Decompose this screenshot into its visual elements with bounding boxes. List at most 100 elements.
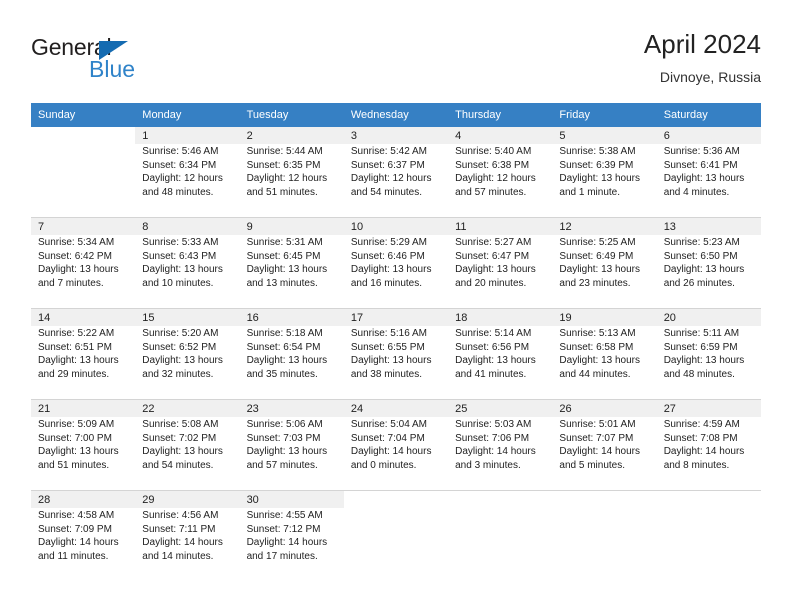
daylight-text-line1: Daylight: 13 hours bbox=[663, 264, 745, 275]
day-sun-info: Sunrise: 5:36 AM Sunset: 6:41 PM Daylight:… bbox=[657, 144, 761, 199]
daylight-text-line2: and 14 minutes. bbox=[142, 550, 214, 562]
calendar-header-row: Sunday Monday Tuesday Wednesday Thursday… bbox=[31, 103, 761, 127]
day-cell-inner: 12 Sunrise: 5:25 AM Sunset: 6:49 PM Dayligh… bbox=[552, 218, 657, 308]
day-number: 11 bbox=[448, 218, 553, 235]
calendar-day-cell[interactable]: 27 Sunrise: 4:59 AM Sunset: 7:08 PM Dayligh… bbox=[656, 399, 761, 491]
daylight-text-line2: and 54 minutes. bbox=[142, 459, 214, 471]
calendar-day-cell[interactable]: 14 Sunrise: 5:22 AM Sunset: 6:51 PM Dayligh… bbox=[31, 308, 136, 400]
weekday-header-monday: Monday bbox=[135, 103, 240, 127]
day-sun-info: Sunrise: 5:01 AM Sunset: 7:07 PM Daylight:… bbox=[552, 417, 656, 472]
daylight-text-line1: Daylight: 14 hours bbox=[350, 446, 432, 457]
daylight-text-line1: Daylight: 13 hours bbox=[559, 355, 641, 366]
day-cell-inner bbox=[31, 127, 135, 217]
day-cell-inner: 8 Sunrise: 5:33 AM Sunset: 6:43 PM Daylight… bbox=[135, 218, 240, 308]
daylight-text-line1: Daylight: 13 hours bbox=[455, 355, 536, 366]
calendar-day-cell[interactable]: 5 Sunrise: 5:38 AM Sunset: 6:39 PM Daylight… bbox=[552, 127, 657, 218]
daylight-text-line2: and 23 minutes. bbox=[559, 277, 631, 289]
sunrise-text: Sunrise: 5:42 AM bbox=[350, 146, 427, 157]
calendar-day-cell[interactable]: 7 Sunrise: 5:34 AM Sunset: 6:42 PM Daylight… bbox=[31, 217, 136, 309]
daylight-text-line2: and 11 minutes. bbox=[38, 550, 109, 562]
sunrise-text: Sunrise: 4:55 AM bbox=[246, 510, 323, 521]
daylight-text-line2: and 51 minutes. bbox=[38, 459, 110, 471]
day-sun-info: Sunrise: 5:33 AM Sunset: 6:43 PM Daylight:… bbox=[135, 235, 239, 290]
day-sun-info: Sunrise: 5:23 AM Sunset: 6:50 PM Daylight:… bbox=[657, 235, 761, 290]
day-sun-info: Sunrise: 4:58 AM Sunset: 7:09 PM Daylight:… bbox=[31, 508, 135, 563]
calendar-day-cell[interactable]: 25 Sunrise: 5:03 AM Sunset: 7:06 PM Dayligh… bbox=[448, 399, 553, 491]
calendar-day-cell[interactable]: 30 Sunrise: 4:55 AM Sunset: 7:12 PM Dayligh… bbox=[239, 490, 344, 581]
sunrise-text: Sunrise: 5:25 AM bbox=[559, 237, 636, 248]
calendar-day-cell[interactable]: 2 Sunrise: 5:44 AM Sunset: 6:35 PM Daylight… bbox=[239, 127, 344, 218]
sunset-text: Sunset: 7:04 PM bbox=[350, 432, 425, 444]
calendar-day-cell[interactable]: 17 Sunrise: 5:16 AM Sunset: 6:55 PM Dayligh… bbox=[343, 308, 449, 400]
empty-day-placeholder bbox=[31, 127, 135, 217]
day-sun-info: Sunrise: 4:56 AM Sunset: 7:11 PM Daylight:… bbox=[135, 508, 239, 563]
day-number: 27 bbox=[656, 400, 761, 417]
daylight-text-line1: Daylight: 14 hours bbox=[559, 446, 641, 457]
calendar-day-cell[interactable]: 4 Sunrise: 5:40 AM Sunset: 6:38 PM Daylight… bbox=[448, 127, 553, 218]
sunrise-text: Sunrise: 4:56 AM bbox=[142, 510, 219, 521]
calendar-empty-cell bbox=[552, 490, 657, 581]
page-title: April 2024 bbox=[643, 29, 761, 59]
calendar-week-row: 21 Sunrise: 5:09 AM Sunset: 7:00 PM Dayligh… bbox=[31, 399, 761, 491]
sunset-text: Sunset: 7:07 PM bbox=[559, 432, 634, 444]
sunset-text: Sunset: 6:41 PM bbox=[663, 159, 738, 171]
sunrise-text: Sunrise: 5:40 AM bbox=[455, 146, 532, 157]
calendar-day-cell[interactable]: 28 Sunrise: 4:58 AM Sunset: 7:09 PM Dayligh… bbox=[31, 490, 136, 581]
day-number: 10 bbox=[343, 218, 449, 235]
calendar-day-cell[interactable]: 15 Sunrise: 5:20 AM Sunset: 6:52 PM Dayligh… bbox=[135, 308, 240, 400]
calendar-day-cell[interactable]: 20 Sunrise: 5:11 AM Sunset: 6:59 PM Dayligh… bbox=[656, 308, 761, 400]
daylight-text-line2: and 0 minutes. bbox=[350, 459, 417, 471]
calendar-day-cell[interactable]: 9 Sunrise: 5:31 AM Sunset: 6:45 PM Daylight… bbox=[239, 217, 344, 309]
calendar-empty-cell bbox=[343, 490, 449, 581]
calendar-day-cell[interactable]: 8 Sunrise: 5:33 AM Sunset: 6:43 PM Daylight… bbox=[135, 217, 240, 309]
sunset-text: Sunset: 6:43 PM bbox=[142, 250, 217, 262]
day-sun-info: Sunrise: 5:04 AM Sunset: 7:04 PM Daylight:… bbox=[344, 417, 448, 472]
day-cell-inner: 3 Sunrise: 5:42 AM Sunset: 6:37 PM Daylight… bbox=[343, 127, 449, 217]
day-cell-inner: 1 Sunrise: 5:46 AM Sunset: 6:34 PM Daylight… bbox=[135, 127, 240, 217]
daylight-text-line1: Daylight: 13 hours bbox=[142, 355, 223, 366]
sunrise-text: Sunrise: 5:14 AM bbox=[455, 328, 532, 339]
calendar-day-cell[interactable]: 11 Sunrise: 5:27 AM Sunset: 6:47 PM Dayligh… bbox=[448, 217, 553, 309]
sunrise-text: Sunrise: 5:18 AM bbox=[246, 328, 323, 339]
calendar-day-cell[interactable]: 13 Sunrise: 5:23 AM Sunset: 6:50 PM Dayligh… bbox=[656, 217, 761, 309]
sunset-text: Sunset: 7:02 PM bbox=[142, 432, 217, 444]
calendar-day-cell[interactable]: 12 Sunrise: 5:25 AM Sunset: 6:49 PM Dayligh… bbox=[552, 217, 657, 309]
day-number: 2 bbox=[239, 127, 344, 144]
calendar-day-cell[interactable]: 24 Sunrise: 5:04 AM Sunset: 7:04 PM Dayligh… bbox=[343, 399, 449, 491]
day-sun-info: Sunrise: 5:29 AM Sunset: 6:46 PM Daylight:… bbox=[344, 235, 448, 290]
day-cell-inner: 11 Sunrise: 5:27 AM Sunset: 6:47 PM Dayligh… bbox=[448, 218, 553, 308]
calendar-day-cell[interactable]: 10 Sunrise: 5:29 AM Sunset: 6:46 PM Dayligh… bbox=[343, 217, 449, 309]
weekday-header-wednesday: Wednesday bbox=[343, 103, 449, 127]
calendar-day-cell[interactable]: 16 Sunrise: 5:18 AM Sunset: 6:54 PM Dayligh… bbox=[239, 308, 344, 400]
calendar-day-cell[interactable]: 22 Sunrise: 5:08 AM Sunset: 7:02 PM Dayligh… bbox=[135, 399, 240, 491]
calendar-week-row: 28 Sunrise: 4:58 AM Sunset: 7:09 PM Dayligh… bbox=[31, 490, 761, 581]
weekday-header-friday: Friday bbox=[552, 103, 657, 127]
calendar-day-cell[interactable]: 1 Sunrise: 5:46 AM Sunset: 6:34 PM Daylight… bbox=[135, 127, 240, 218]
calendar-day-cell[interactable]: 6 Sunrise: 5:36 AM Sunset: 6:41 PM Daylight… bbox=[656, 127, 761, 218]
calendar-day-cell[interactable]: 3 Sunrise: 5:42 AM Sunset: 6:37 PM Daylight… bbox=[343, 127, 449, 218]
calendar-day-cell[interactable]: 21 Sunrise: 5:09 AM Sunset: 7:00 PM Dayligh… bbox=[31, 399, 136, 491]
calendar-day-cell[interactable]: 19 Sunrise: 5:13 AM Sunset: 6:58 PM Dayligh… bbox=[552, 308, 657, 400]
sunrise-text: Sunrise: 5:44 AM bbox=[246, 146, 323, 157]
day-cell-inner: 20 Sunrise: 5:11 AM Sunset: 6:59 PM Dayligh… bbox=[656, 309, 761, 399]
day-sun-info: Sunrise: 5:31 AM Sunset: 6:45 PM Daylight:… bbox=[240, 235, 344, 290]
calendar-day-cell[interactable]: 18 Sunrise: 5:14 AM Sunset: 6:56 PM Dayligh… bbox=[448, 308, 553, 400]
daylight-text-line2: and 44 minutes. bbox=[559, 368, 631, 380]
day-number: 3 bbox=[343, 127, 449, 144]
sunset-text: Sunset: 6:59 PM bbox=[663, 341, 738, 353]
calendar-day-cell[interactable]: 26 Sunrise: 5:01 AM Sunset: 7:07 PM Dayligh… bbox=[552, 399, 657, 491]
day-sun-info: Sunrise: 4:55 AM Sunset: 7:12 PM Daylight:… bbox=[240, 508, 344, 563]
day-cell-inner: 29 Sunrise: 4:56 AM Sunset: 7:11 PM Dayligh… bbox=[135, 491, 240, 581]
daylight-text-line2: and 16 minutes. bbox=[350, 277, 423, 289]
day-sun-info: Sunrise: 5:44 AM Sunset: 6:35 PM Daylight:… bbox=[240, 144, 344, 199]
sunrise-text: Sunrise: 5:36 AM bbox=[663, 146, 740, 157]
daylight-text-line2: and 48 minutes. bbox=[663, 368, 735, 380]
calendar-day-cell[interactable]: 29 Sunrise: 4:56 AM Sunset: 7:11 PM Dayligh… bbox=[135, 490, 240, 581]
calendar-week-row: 7 Sunrise: 5:34 AM Sunset: 6:42 PM Daylight… bbox=[31, 217, 761, 309]
general-blue-logo[interactable]: General Blue bbox=[31, 34, 231, 90]
sunset-text: Sunset: 6:38 PM bbox=[455, 159, 530, 171]
day-number: 21 bbox=[31, 400, 136, 417]
calendar-day-cell[interactable]: 23 Sunrise: 5:06 AM Sunset: 7:03 PM Dayligh… bbox=[239, 399, 344, 491]
weekday-header-thursday: Thursday bbox=[448, 103, 553, 127]
calendar-week-row: 14 Sunrise: 5:22 AM Sunset: 6:51 PM Dayligh… bbox=[31, 308, 761, 400]
